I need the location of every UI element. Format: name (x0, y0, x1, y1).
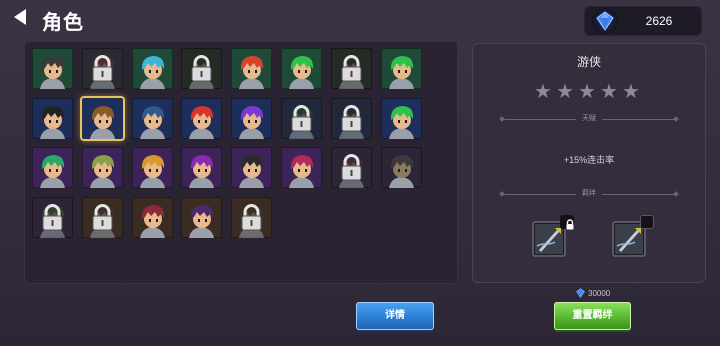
character-portrait (139, 105, 165, 139)
character-portrait (289, 56, 314, 89)
character-slot[interactable] (281, 48, 322, 89)
character-slot-locked[interactable] (330, 147, 372, 189)
star-icon: ★ (622, 81, 640, 103)
header: 角色 2626 (0, 0, 720, 40)
character-portrait (189, 55, 215, 89)
character-slot[interactable] (131, 97, 173, 139)
character-portrait (388, 105, 414, 139)
character-portrait (189, 155, 215, 189)
character-slot[interactable] (131, 197, 173, 239)
blue-gem-icon (576, 288, 585, 300)
character-slot-locked[interactable] (181, 48, 223, 89)
character-slot[interactable] (380, 97, 422, 139)
character-slot[interactable] (181, 197, 223, 239)
character-info-panel: 游侠 ★ ★ ★ ★ ★ 天赋 +15%连击率 羁绊 (472, 43, 706, 283)
character-slot-locked[interactable] (330, 97, 372, 139)
reset-cost: 30000 (576, 288, 610, 300)
character-portrait (139, 56, 165, 89)
character-slot[interactable] (181, 97, 223, 139)
talent-label: 天赋 (582, 115, 596, 122)
character-slot[interactable] (81, 147, 123, 189)
character-name: 游侠 (576, 55, 601, 69)
weapon-icon (615, 224, 643, 254)
bond-label: 羁绊 (582, 190, 596, 197)
character-slot-locked[interactable] (81, 197, 123, 239)
character-slot-locked[interactable] (231, 197, 273, 239)
empty-slot-badge (640, 215, 654, 229)
character-portrait (388, 56, 414, 89)
currency-amount: 2626 (645, 14, 673, 28)
character-slot[interactable] (32, 147, 73, 189)
back-arrow-icon[interactable] (14, 9, 26, 25)
character-portrait (40, 204, 65, 239)
reset-cost-amount: 30000 (588, 289, 611, 299)
character-slot-locked[interactable] (32, 197, 73, 239)
bond-slot-2[interactable] (612, 215, 654, 257)
character-portrait (239, 56, 265, 89)
character-portrait (189, 105, 215, 139)
character-slot-locked[interactable] (281, 97, 322, 139)
character-portrait (289, 155, 314, 189)
reset-bond-button[interactable]: 重置羁绊 (554, 302, 631, 330)
character-slot[interactable] (231, 97, 273, 139)
character-portrait (139, 155, 165, 189)
character-portrait (40, 155, 65, 189)
character-slot[interactable] (131, 147, 173, 189)
character-slot[interactable] (380, 147, 422, 189)
character-slot[interactable] (231, 48, 273, 89)
detail-button[interactable]: 详情 (356, 302, 434, 330)
bond-slot-1[interactable] (532, 215, 574, 257)
character-portrait (338, 104, 364, 139)
talent-divider: 天赋 (499, 115, 679, 124)
character-slot-locked[interactable] (330, 48, 372, 89)
star-icon: ★ (578, 81, 596, 103)
character-portrait (289, 104, 314, 139)
character-portrait (40, 105, 65, 139)
character-portrait (89, 155, 115, 189)
star-icon: ★ (600, 81, 618, 103)
character-portrait (139, 205, 165, 239)
character-slot[interactable] (380, 48, 422, 89)
character-portrait (239, 155, 265, 189)
lock-icon (560, 215, 574, 230)
star-icon: ★ (534, 81, 552, 103)
character-portrait (189, 205, 215, 239)
character-slot[interactable] (81, 97, 123, 139)
character-portrait (40, 56, 65, 89)
character-portrait (89, 204, 115, 239)
talent-description: +15%连击率 (563, 155, 615, 165)
character-portrait (338, 55, 364, 89)
bond-divider: 羁绊 (499, 190, 679, 199)
character-portrait (388, 155, 414, 189)
character-portrait (89, 55, 115, 89)
weapon-icon (535, 224, 563, 254)
character-portrait (338, 154, 364, 189)
character-slot[interactable] (131, 48, 173, 89)
character-slot[interactable] (32, 97, 73, 139)
star-rating: ★ ★ ★ ★ ★ (534, 81, 644, 103)
character-slot-locked[interactable] (81, 48, 123, 89)
character-portrait (239, 204, 265, 239)
page-title: 角色 (42, 12, 84, 34)
character-slot[interactable] (32, 48, 73, 89)
character-grid (24, 41, 458, 284)
character-slot[interactable] (231, 147, 273, 189)
currency-display: 2626 (584, 6, 702, 36)
character-slot[interactable] (181, 147, 223, 189)
blue-gem-icon (592, 8, 618, 34)
character-portrait (239, 105, 265, 139)
character-portrait (89, 105, 115, 139)
star-icon: ★ (556, 81, 574, 103)
character-slot[interactable] (281, 147, 322, 189)
